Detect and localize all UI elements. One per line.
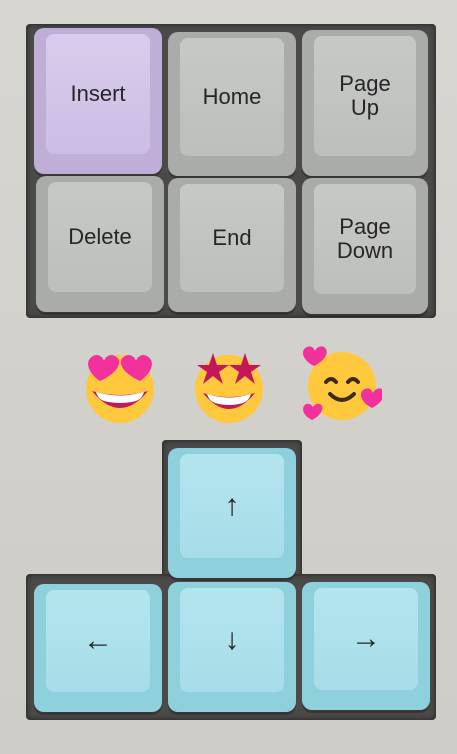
arrow-up-key[interactable]: ↑ <box>168 448 296 578</box>
end-key-label: End <box>212 225 252 250</box>
insert-key-label: Insert <box>70 81 126 106</box>
arrow-down-icon: ↓ <box>224 623 240 656</box>
insert-key[interactable]: Insert <box>34 28 162 174</box>
delete-key-label: Delete <box>68 224 132 249</box>
arrow-left-icon: ← <box>83 624 113 657</box>
page-down-key-label: Page Down <box>336 214 394 263</box>
arrow-down-key[interactable]: ↓ <box>168 582 296 712</box>
page-down-key[interactable]: Page Down <box>302 178 428 314</box>
delete-key[interactable]: Delete <box>36 176 164 312</box>
page-up-key[interactable]: Page Up <box>302 30 428 176</box>
smiling-face-with-hearts-emoji-icon <box>302 346 382 420</box>
page-up-key-label: Page Up <box>339 71 391 120</box>
home-key[interactable]: Home <box>168 32 296 176</box>
arrow-right-key[interactable]: → <box>302 582 430 710</box>
arrow-left-key[interactable]: ← <box>34 584 162 712</box>
star-struck-emoji-icon <box>195 353 263 423</box>
arrow-right-icon: → <box>351 622 381 655</box>
home-key-label: Home <box>202 84 262 109</box>
arrow-up-icon: ↑ <box>224 489 240 522</box>
end-key[interactable]: End <box>168 178 296 312</box>
heart-eyes-emoji-icon <box>86 354 154 423</box>
